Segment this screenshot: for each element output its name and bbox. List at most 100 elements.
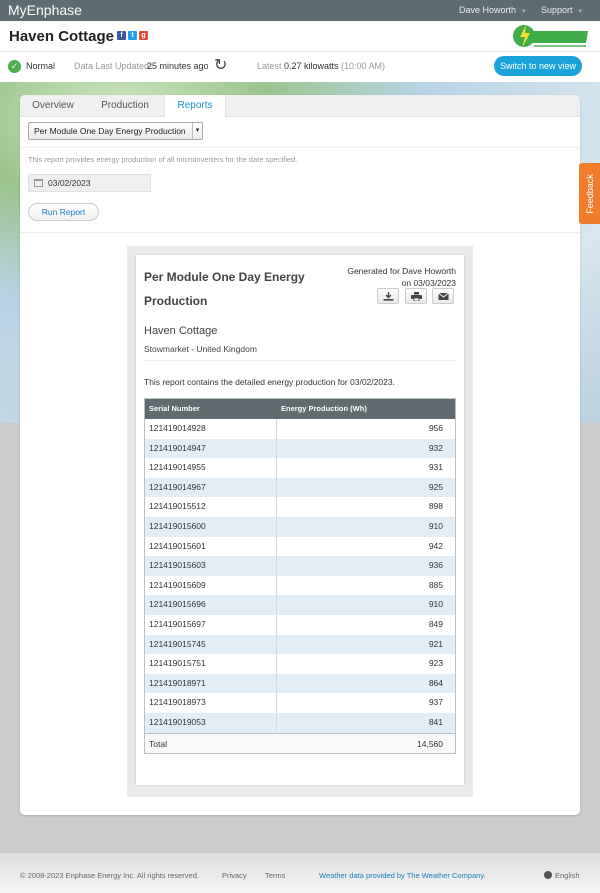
serial-number-cell: 121419015601 bbox=[149, 540, 206, 551]
column-separator bbox=[276, 419, 277, 439]
report-generated: Generated for Dave Howorth on 03/03/2023 bbox=[347, 265, 456, 289]
download-icon bbox=[383, 292, 394, 301]
column-separator bbox=[276, 458, 277, 478]
column-separator bbox=[276, 634, 277, 655]
terms-link[interactable]: Terms bbox=[265, 871, 285, 880]
energy-cell: 925 bbox=[428, 481, 443, 492]
support-menu[interactable]: Support ▾ bbox=[541, 5, 582, 15]
table-header: Serial Number Energy Production (Wh) bbox=[145, 399, 455, 419]
table-row: 121419014955 931 bbox=[145, 458, 455, 478]
divider bbox=[20, 232, 580, 233]
footer: © 2008-2023 Enphase Energy Inc. All righ… bbox=[0, 853, 600, 893]
site-name: Haven Cottage bbox=[9, 28, 115, 45]
column-separator bbox=[276, 654, 277, 674]
serial-number-cell: 121419015697 bbox=[149, 618, 206, 629]
copyright: © 2008-2023 Enphase Energy Inc. All righ… bbox=[20, 871, 199, 880]
table-row: 121419018971 864 bbox=[145, 673, 455, 694]
serial-number-cell: 121419018973 bbox=[149, 697, 206, 708]
energy-cell: 932 bbox=[428, 442, 443, 453]
table-body: 121419014928 956 121419014947 932 1214190149… bbox=[145, 419, 455, 733]
serial-number-cell: 121419014928 bbox=[149, 423, 206, 433]
serial-number-cell: 121419015745 bbox=[149, 638, 206, 649]
google-plus-icon[interactable]: g bbox=[139, 31, 148, 40]
divider bbox=[20, 147, 580, 148]
table-row: 121419014947 932 bbox=[145, 438, 455, 459]
serial-number-cell: 121419015603 bbox=[149, 560, 206, 571]
table-row: 121419015512 898 bbox=[145, 497, 455, 517]
support-menu-label: Support bbox=[541, 5, 573, 15]
brand-title[interactable]: MyEnphase bbox=[8, 2, 82, 18]
energy-cell: 910 bbox=[428, 599, 443, 610]
column-separator bbox=[276, 556, 277, 576]
weather-credit-link[interactable]: Weather data provided by The Weather Com… bbox=[319, 871, 486, 880]
energy-cell: 956 bbox=[428, 423, 443, 433]
column-separator bbox=[276, 595, 277, 615]
column-separator bbox=[276, 536, 277, 557]
check-icon: ✓ bbox=[8, 60, 21, 73]
energy-cell: 898 bbox=[428, 501, 443, 512]
twitter-icon[interactable]: t bbox=[128, 31, 137, 40]
column-separator bbox=[276, 693, 277, 713]
latest-value: 0.27 kilowatts bbox=[284, 61, 339, 71]
date-input[interactable]: 03/02/2023 bbox=[28, 174, 151, 192]
tab-overview[interactable]: Overview bbox=[20, 95, 86, 117]
serial-number-cell: 121419014947 bbox=[149, 442, 206, 453]
report-note: This report contains the detailed energy… bbox=[144, 377, 395, 387]
energy-cell: 849 bbox=[428, 618, 443, 629]
tab-production[interactable]: Production bbox=[86, 95, 164, 117]
column-separator bbox=[276, 516, 277, 537]
user-menu[interactable]: Dave Howorth ▾ bbox=[459, 5, 526, 15]
download-button[interactable] bbox=[377, 288, 399, 304]
column-separator bbox=[276, 575, 277, 596]
serial-number-cell: 121419014967 bbox=[149, 481, 206, 492]
tab-bar: Overview Production Reports bbox=[20, 95, 580, 118]
switch-view-button[interactable]: Switch to new view bbox=[494, 56, 582, 76]
column-separator bbox=[276, 614, 277, 635]
energy-cell: 942 bbox=[428, 540, 443, 551]
energy-cell: 841 bbox=[428, 716, 443, 727]
divider bbox=[144, 360, 456, 361]
run-report-button[interactable]: Run Report bbox=[28, 203, 99, 221]
email-button[interactable] bbox=[432, 288, 454, 304]
chevron-down-icon: ▾ bbox=[192, 123, 202, 139]
last-updated-label: Data Last Updated: bbox=[74, 61, 152, 71]
energy-cell: 864 bbox=[428, 677, 443, 688]
table-row: 121419015696 910 bbox=[145, 595, 455, 615]
chevron-down-icon: ▾ bbox=[522, 8, 526, 15]
serial-number-cell: 121419015609 bbox=[149, 579, 206, 590]
serial-number-cell: 121419015751 bbox=[149, 658, 206, 669]
serial-number-cell: 121419018971 bbox=[149, 677, 206, 688]
table-row: 121419015697 849 bbox=[145, 614, 455, 635]
energy-cell: 923 bbox=[428, 658, 443, 669]
privacy-link[interactable]: Privacy bbox=[222, 871, 247, 880]
energy-cell: 910 bbox=[428, 520, 443, 531]
feedback-label: Feedback bbox=[584, 173, 595, 214]
refresh-icon[interactable]: ↻ bbox=[214, 56, 227, 76]
report-type-select[interactable]: Per Module One Day Energy Production ▾ bbox=[28, 122, 203, 140]
report-location: Stowmarket - United Kingdom bbox=[144, 344, 257, 354]
language-selector[interactable]: English bbox=[544, 871, 580, 880]
energy-cell: 937 bbox=[428, 697, 443, 708]
print-button[interactable] bbox=[405, 288, 427, 304]
production-table: Serial Number Energy Production (Wh) 121… bbox=[144, 398, 456, 754]
table-total-row: Total 14,560 bbox=[145, 732, 455, 753]
feedback-tab[interactable]: Feedback bbox=[579, 163, 600, 224]
print-icon bbox=[411, 292, 422, 301]
system-status: Normal bbox=[26, 61, 56, 71]
total-value: 14,560 bbox=[417, 738, 443, 749]
report-description: This report provides energy production o… bbox=[28, 155, 298, 164]
chevron-down-icon: ▾ bbox=[578, 8, 583, 15]
table-row: 121419014967 925 bbox=[145, 477, 455, 498]
tab-reports[interactable]: Reports bbox=[164, 95, 226, 118]
top-bar: MyEnphase Dave Howorth ▾ Support ▾ bbox=[0, 0, 600, 21]
facebook-icon[interactable]: f bbox=[117, 31, 126, 40]
report-title: Per Module One Day Energy Production bbox=[144, 270, 305, 308]
table-row: 121419015600 910 bbox=[145, 516, 455, 537]
energy-cell: 936 bbox=[428, 560, 443, 571]
date-value: 03/02/2023 bbox=[48, 178, 91, 188]
table-row: 121419015745 921 bbox=[145, 634, 455, 655]
serial-number-cell: 121419019053 bbox=[149, 716, 206, 727]
energy-cell: 921 bbox=[428, 638, 443, 649]
column-separator bbox=[276, 438, 277, 459]
column-serial: Serial Number bbox=[149, 404, 200, 413]
